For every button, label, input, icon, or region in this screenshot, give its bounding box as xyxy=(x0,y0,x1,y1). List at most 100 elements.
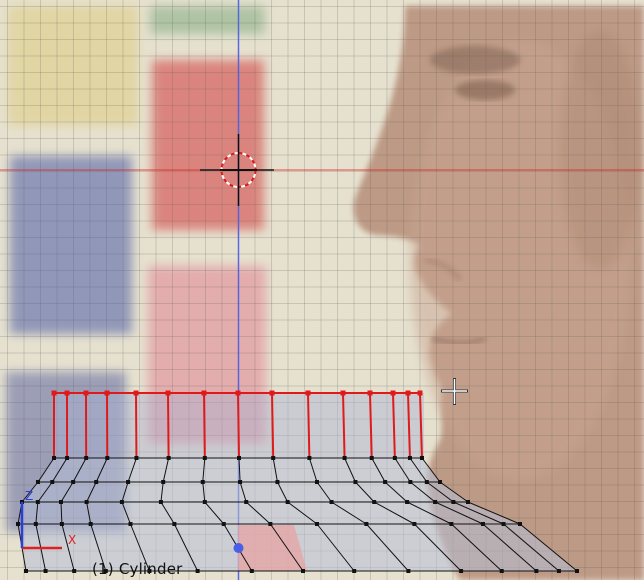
mesh-edge xyxy=(307,392,311,459)
mesh-vertex[interactable] xyxy=(459,569,464,573)
mesh-vertex[interactable] xyxy=(271,456,276,460)
mesh-vertex[interactable] xyxy=(52,456,56,460)
mesh-vertex[interactable] xyxy=(36,480,40,484)
mesh-vertex[interactable] xyxy=(237,456,242,460)
mesh-vertex[interactable] xyxy=(172,522,177,526)
mesh-vertex[interactable] xyxy=(315,522,320,526)
mesh-vertex[interactable] xyxy=(128,522,133,526)
mesh-vertex[interactable] xyxy=(158,500,163,504)
mesh-vertex[interactable] xyxy=(88,522,93,526)
active-object-label: (1) Cylinder xyxy=(92,560,183,578)
mesh-vertex[interactable] xyxy=(301,569,306,573)
mesh-vertex[interactable] xyxy=(518,522,522,526)
selected-vertex[interactable] xyxy=(165,390,171,396)
mesh-vertex[interactable] xyxy=(43,569,48,573)
mesh-vertex[interactable] xyxy=(72,569,77,573)
selected-vertex[interactable] xyxy=(133,390,139,396)
selected-vertex[interactable] xyxy=(201,390,207,396)
3d-viewport[interactable]: X Z (1) Cylinder xyxy=(0,0,644,580)
mesh-vertex[interactable] xyxy=(556,569,561,573)
mesh-vertex[interactable] xyxy=(94,480,99,484)
mesh-vertex[interactable] xyxy=(134,456,139,460)
selected-vertex[interactable] xyxy=(51,390,57,396)
mesh-vertex[interactable] xyxy=(364,522,369,526)
gizmo-z-label: Z xyxy=(25,489,33,503)
selected-vertex[interactable] xyxy=(417,390,423,396)
mesh-vertex[interactable] xyxy=(202,500,207,504)
mesh-vertex[interactable] xyxy=(126,480,131,484)
mesh-vertex[interactable] xyxy=(59,522,64,526)
mesh-vertex[interactable] xyxy=(314,480,319,484)
mesh-vertex[interactable] xyxy=(383,480,388,484)
selected-vertex[interactable] xyxy=(83,390,89,396)
selected-vertex[interactable] xyxy=(405,390,411,396)
mesh-vertex[interactable] xyxy=(58,500,63,504)
mesh-vertex[interactable] xyxy=(353,480,358,484)
mesh-vertex[interactable] xyxy=(161,480,166,484)
mesh-edge xyxy=(167,392,170,459)
mesh-vertex[interactable] xyxy=(424,480,429,484)
mesh-vertex[interactable] xyxy=(451,500,456,504)
mesh-vertex[interactable] xyxy=(24,569,28,573)
mesh-edge xyxy=(203,392,206,459)
selected-vertex[interactable] xyxy=(104,390,110,396)
mesh-vertex[interactable] xyxy=(412,522,417,526)
mesh-vertex[interactable] xyxy=(369,456,374,460)
mesh-vertex[interactable] xyxy=(65,456,70,460)
mesh-vertex[interactable] xyxy=(392,456,397,460)
mesh-edge xyxy=(237,392,241,459)
gizmo-x-label: X xyxy=(68,533,76,547)
mesh-vertex[interactable] xyxy=(249,569,254,573)
object-origin-icon[interactable] xyxy=(233,543,244,553)
mesh-vertex[interactable] xyxy=(307,456,312,460)
mesh-vertex[interactable] xyxy=(438,480,442,484)
mesh-edge xyxy=(271,392,275,459)
3d-cursor-icon[interactable] xyxy=(200,134,274,206)
mesh-vertex[interactable] xyxy=(420,456,424,460)
selected-vertex[interactable] xyxy=(269,390,275,396)
mesh-vertex[interactable] xyxy=(449,522,454,526)
mesh-vertex[interactable] xyxy=(466,500,470,504)
mesh-vertex[interactable] xyxy=(407,456,412,460)
mesh-vertex[interactable] xyxy=(202,456,207,460)
mesh-vertex[interactable] xyxy=(268,522,273,526)
mesh-vertex[interactable] xyxy=(119,500,124,504)
mesh-vertex[interactable] xyxy=(372,500,377,504)
selected-vertex[interactable] xyxy=(235,390,241,396)
mesh-vertex[interactable] xyxy=(329,500,334,504)
scene-overlay: X Z xyxy=(0,0,644,580)
mesh-vertex[interactable] xyxy=(200,480,205,484)
selected-vertex[interactable] xyxy=(390,390,396,396)
mesh-vertex[interactable] xyxy=(16,522,20,526)
mesh-vertex[interactable] xyxy=(195,569,200,573)
mesh-vertex[interactable] xyxy=(166,456,171,460)
mesh-vertex[interactable] xyxy=(84,456,89,460)
mesh-vertex[interactable] xyxy=(406,569,411,573)
crosshair-pointer-icon xyxy=(441,378,468,405)
selected-vertex[interactable] xyxy=(305,390,311,396)
mesh-vertex[interactable] xyxy=(285,500,290,504)
mesh-vertex[interactable] xyxy=(105,456,110,460)
selected-vertex[interactable] xyxy=(367,390,373,396)
selected-vertex[interactable] xyxy=(340,390,346,396)
mesh-vertex[interactable] xyxy=(238,480,243,484)
mesh-vertex[interactable] xyxy=(405,500,410,504)
mesh-vertex[interactable] xyxy=(275,480,280,484)
mesh-vertex[interactable] xyxy=(534,569,539,573)
mesh-vertex[interactable] xyxy=(35,500,40,504)
mesh-vertex[interactable] xyxy=(352,569,357,573)
mesh-vertex[interactable] xyxy=(221,522,226,526)
mesh-vertex[interactable] xyxy=(575,569,579,573)
mesh-vertex[interactable] xyxy=(244,500,249,504)
mesh-vertex[interactable] xyxy=(433,500,438,504)
mesh-vertex[interactable] xyxy=(501,522,506,526)
mesh-vertex[interactable] xyxy=(342,456,347,460)
mesh-vertex[interactable] xyxy=(499,569,504,573)
mesh-vertex[interactable] xyxy=(480,522,485,526)
mesh-vertex[interactable] xyxy=(33,522,38,526)
mesh-vertex[interactable] xyxy=(84,500,89,504)
mesh-vertex[interactable] xyxy=(408,480,413,484)
mesh-vertex[interactable] xyxy=(71,480,76,484)
mesh-vertex[interactable] xyxy=(50,480,55,484)
selected-vertex[interactable] xyxy=(64,390,70,396)
